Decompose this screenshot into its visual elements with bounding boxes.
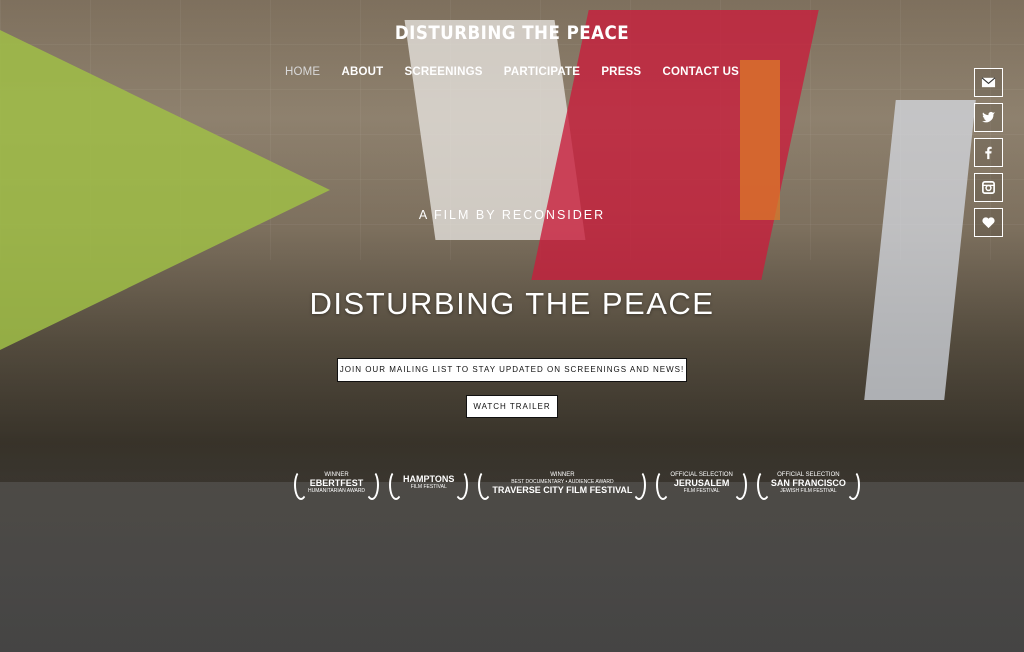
- nav-home[interactable]: HOME: [285, 66, 320, 78]
- laurel-san-francisco: OFFICIAL SELECTION SAN FRANCISCO JEWISH …: [756, 467, 860, 500]
- twitter-icon[interactable]: [974, 103, 1003, 132]
- hero-headline: DISTURBING THE PEACE: [309, 286, 715, 321]
- instagram-icon[interactable]: [974, 173, 1003, 202]
- facebook-icon[interactable]: [974, 138, 1003, 167]
- laurel-top: WINNER: [550, 471, 575, 478]
- laurel-sub: JEWISH FILM FESTIVAL: [780, 487, 837, 494]
- festival-laurels: WINNER EBERTFEST HUMANITARIAN AWARD HAMP…: [294, 466, 860, 500]
- laurel-sub: FILM FESTIVAL: [683, 487, 720, 494]
- laurel-sub: FILM FESTIVAL: [410, 484, 447, 490]
- site-title[interactable]: DISTURBING THE PEACE: [61, 22, 962, 44]
- laurel-traverse-city: WINNER BEST DOCUMENTARY • AUDIENCE AWARD…: [478, 467, 647, 500]
- nav-about[interactable]: ABOUT: [341, 66, 383, 78]
- hero-tagline: A FILM BY RECONSIDER: [418, 208, 606, 222]
- orange-flag-decoration: [740, 60, 780, 220]
- nav-screenings[interactable]: SCREENINGS: [405, 66, 483, 78]
- laurel-jerusalem: OFFICIAL SELECTION JERUSALEM FILM FESTIV…: [656, 467, 748, 500]
- nav-press[interactable]: PRESS: [601, 66, 641, 78]
- main-nav: HOME ABOUT SCREENINGS PARTICIPATE PRESS …: [0, 66, 1024, 78]
- road-background: [0, 482, 1024, 652]
- laurel-name: JERUSALEM: [673, 477, 730, 488]
- hero-background: [0, 0, 1024, 652]
- mailing-list-button[interactable]: JOIN OUR MAILING LIST TO STAY UPDATED ON…: [337, 358, 687, 382]
- laurel-name: SAN FRANCISCO: [770, 477, 846, 488]
- laurel-name: HAMPTONS: [403, 474, 455, 484]
- laurel-name: TRAVERSE CITY FILM FESTIVAL: [492, 484, 633, 495]
- watch-trailer-button[interactable]: WATCH TRAILER: [466, 395, 558, 418]
- laurel-hamptons: HAMPTONS FILM FESTIVAL: [389, 467, 469, 500]
- laurel-sub: HUMANITARIAN AWARD: [308, 487, 366, 494]
- nav-contact-us[interactable]: CONTACT US: [663, 66, 740, 78]
- laurel-ebertfest: WINNER EBERTFEST HUMANITARIAN AWARD: [294, 467, 380, 500]
- envelope-icon[interactable]: [974, 68, 1003, 97]
- laurel-name: EBERTFEST: [309, 477, 364, 488]
- nav-participate[interactable]: PARTICIPATE: [504, 66, 580, 78]
